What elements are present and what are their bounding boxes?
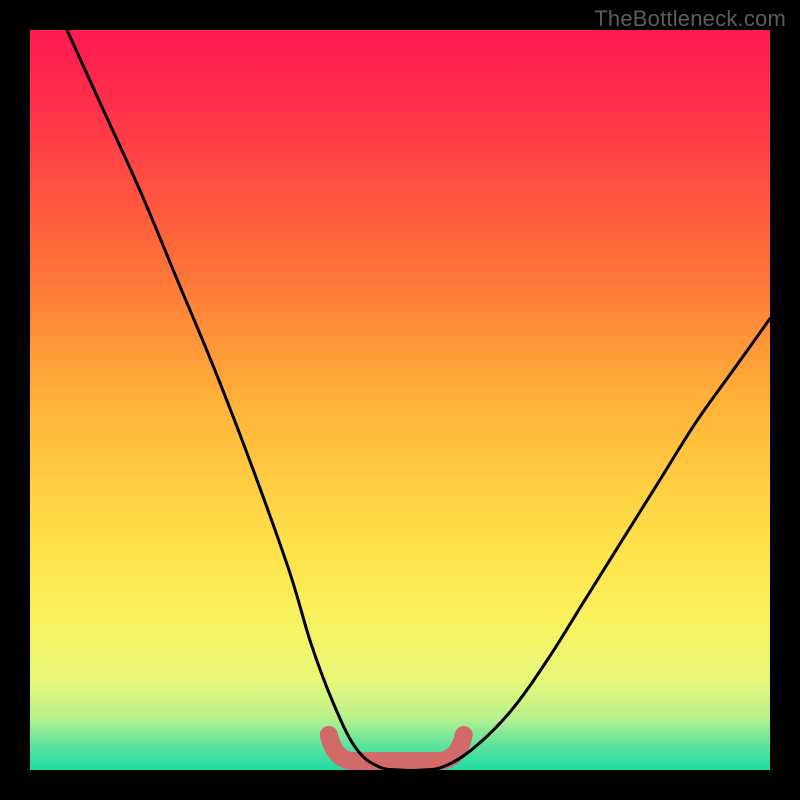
chart-container: TheBottleneck.com [0, 0, 800, 800]
attribution-text: TheBottleneck.com [594, 6, 786, 32]
plot-background [30, 30, 770, 770]
bottleneck-chart [0, 0, 800, 800]
